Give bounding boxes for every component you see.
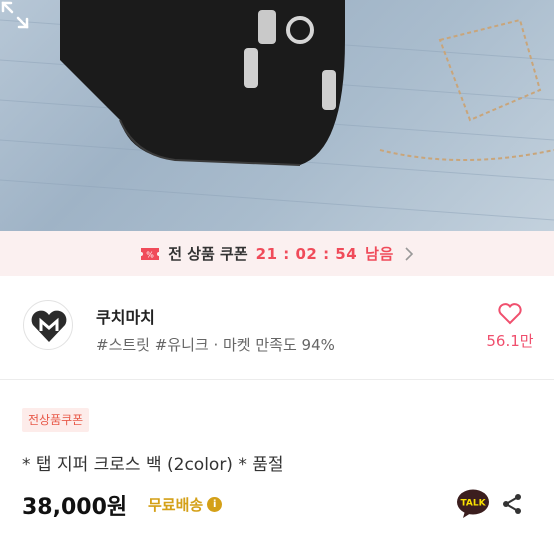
product-title: * 탭 지퍼 크로스 백 (2color) * 품절 [22, 455, 284, 475]
coupon-label: 전 상품 쿠폰 [168, 245, 248, 263]
product-photo [0, 0, 554, 221]
coupon-badge: 전상품쿠폰 [22, 408, 90, 432]
chevron-right-icon [405, 246, 413, 261]
share-icon[interactable] [500, 492, 524, 516]
product-price: 38,000원 [22, 495, 128, 520]
like-count: 56.1만 [486, 332, 534, 350]
coupon-suffix: 남음 [365, 245, 394, 263]
coupon-banner[interactable]: % 전 상품 쿠폰 21 : 02 : 54 남음 [0, 231, 554, 276]
shipping-info[interactable]: 무료배송 i [148, 494, 223, 515]
shipping-label: 무료배송 [148, 496, 204, 514]
svg-text:%: % [146, 250, 154, 259]
shop-meta: #스트릿 #유니크 · 마켓 만족도 94% [96, 336, 335, 354]
like-button[interactable]: 56.1만 [480, 302, 540, 351]
expand-icon[interactable] [0, 0, 30, 30]
coupon-timer: 21 : 02 : 54 [255, 244, 358, 263]
shop-avatar[interactable] [23, 300, 73, 350]
shop-name[interactable]: 쿠치마치 [96, 304, 155, 328]
shop-row[interactable]: 쿠치마치 #스트릿 #유니크 · 마켓 만족도 94% 56.1만 [0, 276, 554, 380]
coupon-icon: % [141, 247, 160, 260]
shop-logo-icon [31, 310, 67, 342]
product-image[interactable] [0, 0, 554, 231]
talk-button[interactable]: TALK [456, 488, 490, 520]
heart-icon [498, 303, 522, 325]
info-icon[interactable]: i [207, 497, 223, 512]
talk-label: TALK [460, 499, 486, 509]
